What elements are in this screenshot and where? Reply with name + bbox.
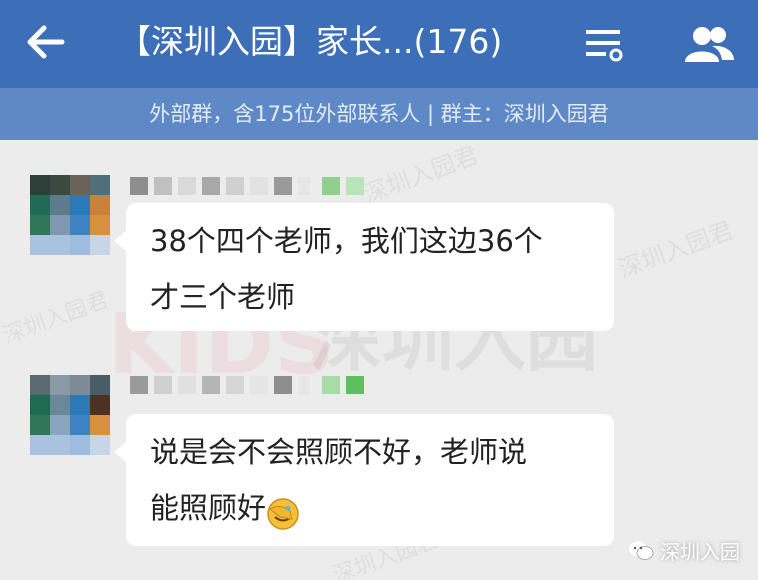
- message-bubble[interactable]: 38个四个老师，我们这边36个 才三个老师: [114, 203, 614, 331]
- message-text-line: 说是会不会照顾不好，老师说: [150, 435, 528, 469]
- watermark-small: 深圳入园君: [359, 141, 483, 209]
- facepalm-emoji-icon: [266, 493, 300, 530]
- message-text: 能照顾好: [150, 491, 267, 525]
- top-nav-bar: 【深圳入园】家长...(176): [0, 0, 758, 88]
- group-members-button[interactable]: [682, 22, 736, 66]
- watermark-small: 深圳入园君: [0, 287, 112, 349]
- source-watermark: 深圳入园: [628, 536, 740, 565]
- watermark-small: 深圳入园君: [614, 216, 738, 284]
- group-info-bar[interactable]: 外部群，含175位外部联系人 | 群主：深圳入园君: [0, 88, 758, 140]
- back-button[interactable]: [22, 22, 68, 62]
- source-label: 深圳入园: [660, 540, 740, 564]
- sender-name-blurred: [130, 376, 364, 394]
- message-text-line-with-emoji: 能照顾好: [150, 480, 594, 536]
- message-bubble[interactable]: 说是会不会照顾不好，老师说 能照顾好: [114, 414, 614, 546]
- avatar[interactable]: [30, 375, 110, 455]
- message-text-line: 才三个老师: [150, 280, 296, 314]
- chat-menu-button[interactable]: [582, 24, 626, 64]
- chat-area: KIDS 深圳入园 深圳入园君 深圳入园君 深圳入园君 深圳入园君 38个四个老…: [0, 140, 758, 580]
- sender-name-blurred: [130, 177, 364, 195]
- wechat-icon: [629, 541, 654, 560]
- arrow-left-icon: [27, 25, 65, 59]
- chat-title: 【深圳入园】家长...(176): [118, 22, 503, 61]
- list-settings-icon: [586, 30, 623, 62]
- group-members-icon: [685, 27, 734, 62]
- message-text-line: 38个四个老师，我们这边36个: [150, 224, 543, 258]
- avatar[interactable]: [30, 175, 110, 255]
